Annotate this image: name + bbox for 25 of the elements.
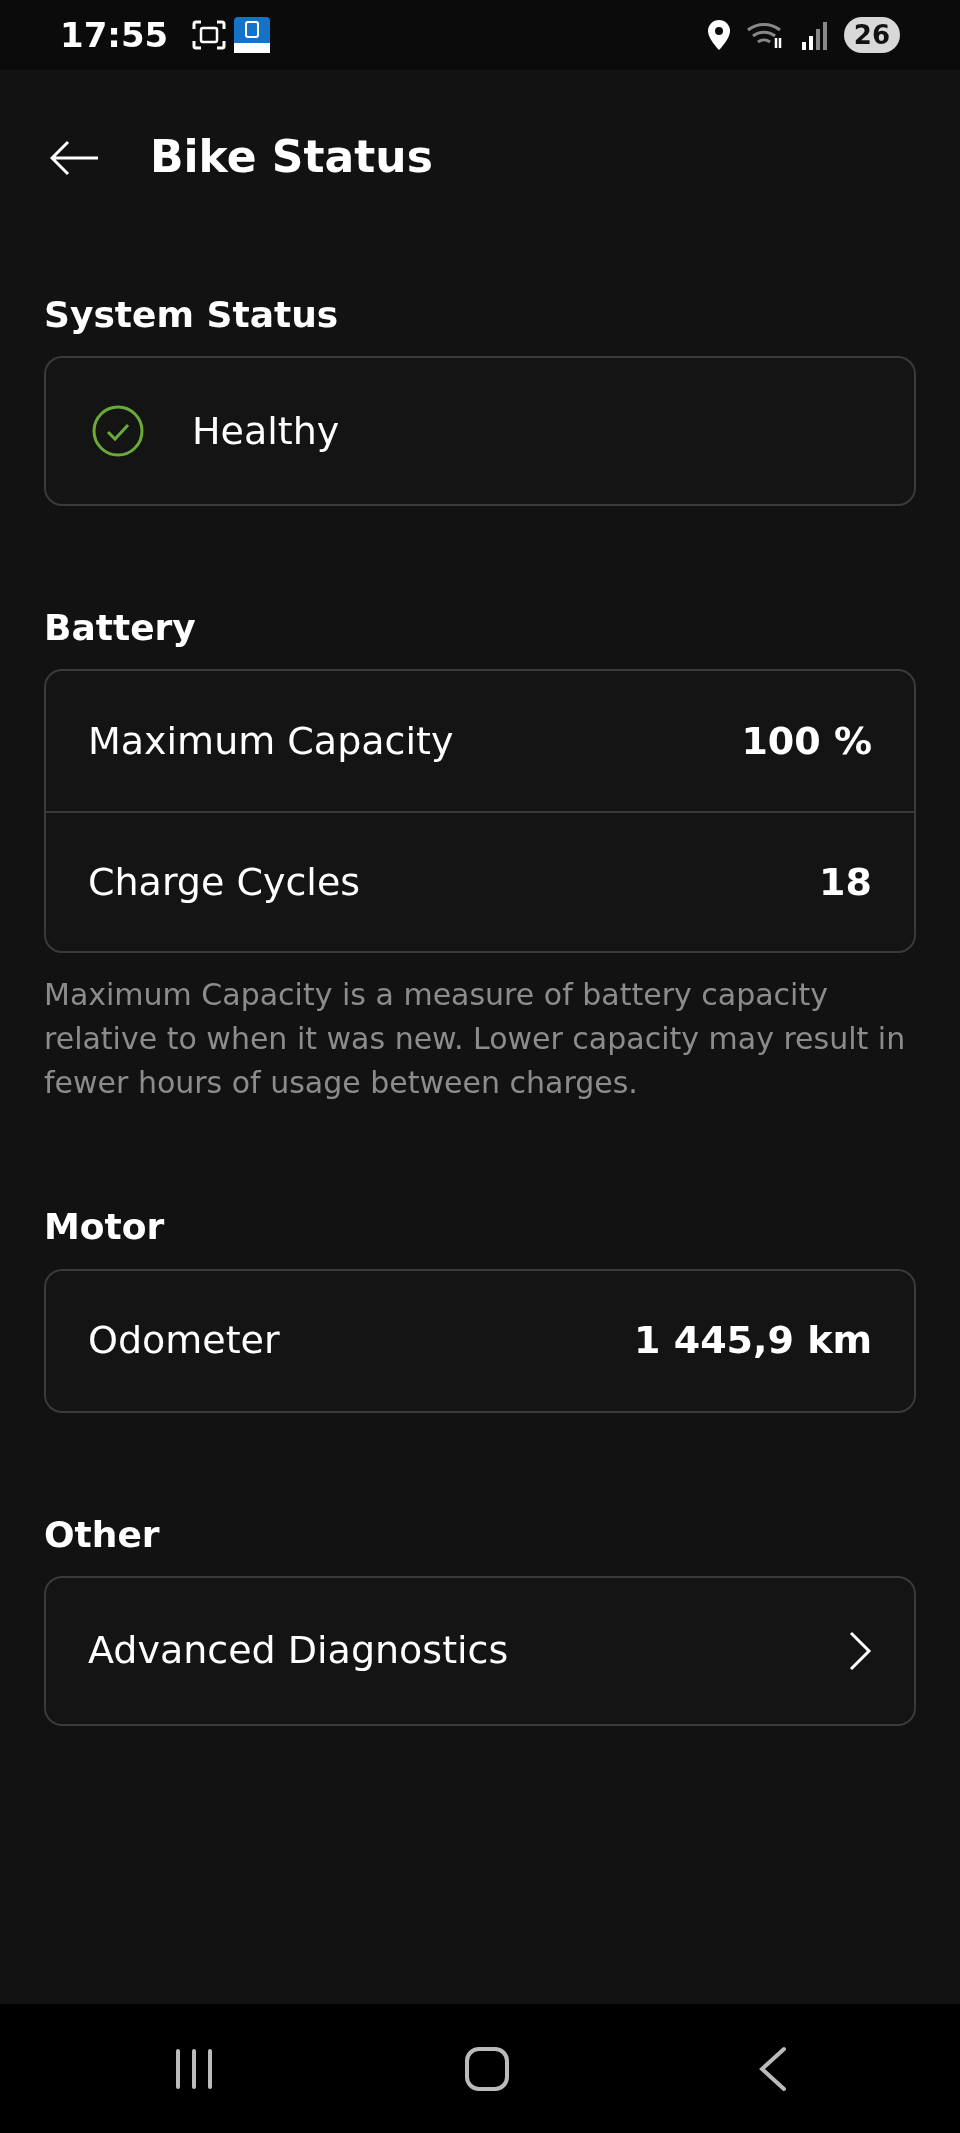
row-label: Charge Cycles [88, 858, 361, 906]
status-label: Healthy [192, 407, 340, 455]
list-item[interactable]: Advanced Diagnostics [46, 1577, 914, 1724]
info-text: Maximum Capacity is a measure of battery capacity relative to when it was new. Lower capacity may result in fewer hours of usage between charges. [44, 976, 907, 1103]
row-value: 18 [819, 858, 872, 906]
row-value: 100 % [741, 717, 872, 765]
back-icon[interactable] [50, 139, 100, 176]
signal-icon [801, 20, 828, 50]
back-icon[interactable] [758, 2045, 788, 2092]
page-title: Bike Status [150, 131, 433, 184]
status-time: 17:55 [60, 13, 169, 57]
section-heading: Motor [44, 1205, 166, 1249]
check-circle-icon [92, 405, 144, 458]
home-icon[interactable] [464, 2045, 510, 2092]
location-icon [707, 20, 730, 50]
row-label: Odometer [88, 1317, 280, 1365]
section-heading: System Status [44, 293, 340, 337]
battery-level: 26 [843, 17, 900, 53]
section-heading: Other [44, 1512, 161, 1556]
section-heading: Battery [44, 606, 197, 650]
row-label: Maximum Capacity [88, 717, 454, 765]
screenshot-icon [192, 20, 227, 50]
app-icon [234, 17, 271, 53]
chevron-right-icon [848, 1629, 872, 1672]
row-value: 1 445,9 km [634, 1317, 872, 1365]
